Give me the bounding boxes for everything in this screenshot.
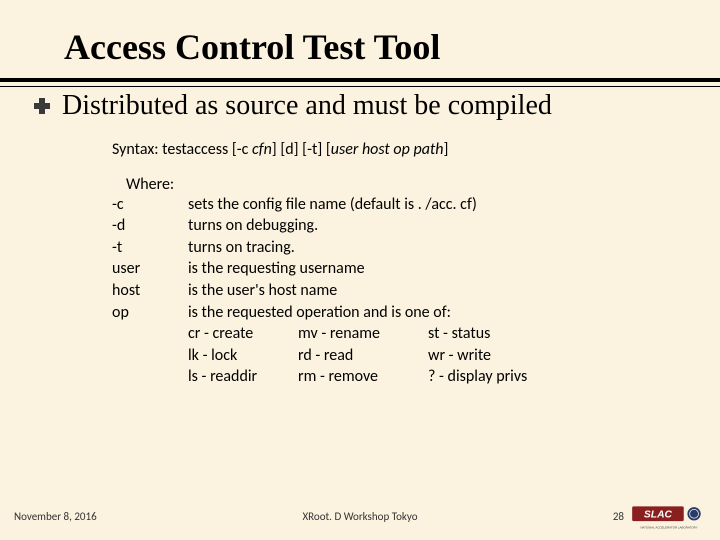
option-flag: -c [112,194,188,216]
syntax-mid1: ] [d] [-t] [ [272,140,331,159]
option-row: user is the requesting username [112,258,720,280]
op-cell: ? - display privs [428,366,527,388]
footer-center: XRoot. D Workshop Tokyo [214,510,506,523]
syntax-cfn: cfn [252,140,272,159]
option-flag: -d [112,215,188,237]
svg-text:NATIONAL ACCELERATOR LABORATOR: NATIONAL ACCELERATOR LABORATORY [640,526,697,530]
ops-grid: cr - create mv - rename st - status lk -… [188,323,720,388]
title-rule-thick [0,78,720,82]
op-cell: wr - write [428,345,491,367]
op-cell: rd - read [298,345,428,367]
option-desc: is the user's host name [188,280,337,302]
option-row: -t turns on tracing. [112,237,720,259]
option-flag: host [112,280,188,302]
op-cell: lk - lock [188,345,298,367]
plus-bullet-icon [34,98,50,114]
option-flag: -t [112,237,188,259]
syntax-line: Syntax: testaccess [-c cfn] [d] [-t] [us… [112,140,720,159]
op-cell: cr - create [188,323,298,345]
svg-text:SLAC: SLAC [644,509,673,520]
op-cell: mv - rename [298,323,428,345]
op-cell: ls - readdir [188,366,298,388]
bullet-text: Distributed as source and must be compil… [62,90,552,122]
op-cell: st - status [428,323,490,345]
op-cell: rm - remove [298,366,428,388]
slide-title: Access Control Test Tool [64,28,720,68]
option-desc: sets the config file name (default is . … [188,194,477,216]
syntax-args: user host op path [331,140,444,159]
option-flag: user [112,258,188,280]
syntax-suffix: ] [444,140,449,159]
footer-right: 28 SLAC NATIONAL ACCELERATOR LABORATORY [506,502,706,530]
option-desc: turns on tracing. [188,237,295,259]
footer-date: November 8, 2016 [14,510,214,523]
bullet-row: Distributed as source and must be compil… [0,90,720,122]
footer-page: 28 [613,510,624,523]
option-desc: is the requested operation and is one of… [188,302,451,324]
ops-row: lk - lock rd - read wr - write [188,345,720,367]
title-block: Access Control Test Tool [0,0,720,68]
option-desc: turns on debugging. [188,215,318,237]
options-list: -c sets the config file name (default is… [112,194,720,324]
syntax-prefix: Syntax: testaccess [-c [112,140,252,159]
option-row: -c sets the config file name (default is… [112,194,720,216]
where-label: Where: [126,175,720,194]
slac-logo-icon: SLAC NATIONAL ACCELERATOR LABORATORY [632,502,706,530]
ops-row: ls - readdir rm - remove ? - display pri… [188,366,720,388]
footer: November 8, 2016 XRoot. D Workshop Tokyo… [0,502,720,530]
option-row: op is the requested operation and is one… [112,302,720,324]
ops-row: cr - create mv - rename st - status [188,323,720,345]
syntax-block: Syntax: testaccess [-c cfn] [d] [-t] [us… [112,140,720,388]
option-row: host is the user's host name [112,280,720,302]
slide: Access Control Test Tool Distributed as … [0,0,720,540]
option-desc: is the requesting username [188,258,365,280]
option-flag: op [112,302,188,324]
option-row: -d turns on debugging. [112,215,720,237]
title-rule-thin [0,86,720,87]
